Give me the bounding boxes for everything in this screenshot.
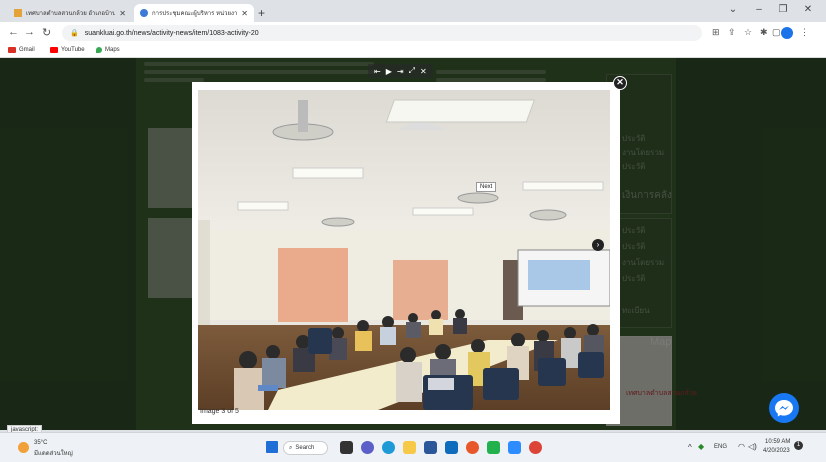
minimize-icon[interactable]: –	[748, 4, 770, 15]
tray-chevron-icon[interactable]: ^	[688, 443, 692, 452]
windows-start-icon[interactable]	[266, 441, 278, 453]
weather-temp[interactable]: 35°C	[34, 440, 47, 446]
weather-desc[interactable]: มีแดดส่วนใหญ่	[34, 448, 73, 458]
file-explorer-icon[interactable]	[403, 441, 416, 454]
bookmarks-bar: Gmail YouTube Maps	[0, 44, 826, 58]
back-icon[interactable]: ←	[8, 26, 19, 38]
messenger-chat-button[interactable]	[769, 393, 799, 423]
restore-icon[interactable]: ❐	[772, 4, 794, 15]
mail-icon[interactable]	[445, 441, 458, 454]
site-favicon	[14, 9, 22, 17]
gmail-icon	[8, 47, 16, 53]
tab-close-icon[interactable]: ✕	[241, 9, 248, 18]
bookmark-youtube[interactable]: YouTube	[50, 47, 85, 53]
store-icon[interactable]	[424, 441, 437, 454]
zoom-icon[interactable]	[508, 441, 521, 454]
bookmark-star-icon[interactable]: ☆	[744, 27, 752, 38]
bookmark-label: YouTube	[61, 47, 85, 53]
image-counter: Image 3 of 5	[200, 408, 239, 415]
volume-icon[interactable]: ◁)	[748, 442, 757, 451]
profile-avatar[interactable]	[781, 27, 793, 39]
reload-icon[interactable]: ↻	[42, 26, 51, 39]
tab-2-active[interactable]: การประชุมคณะผู้บริหาร หน่วยงานเทศบาล ✕	[134, 4, 254, 22]
lightbox-toolbar: ⇤ ▶ ⇥ ⤢ ✕	[368, 64, 433, 78]
messenger-icon	[775, 400, 793, 417]
clock-time[interactable]: 10:59 AM	[765, 439, 790, 445]
next-icon[interactable]: ⇥	[397, 67, 404, 76]
windows-taskbar: 35°C มีแดดส่วนใหญ่ ⌕ Search ^ ◆ ENG ◠ ◁)…	[0, 432, 826, 462]
share-icon[interactable]: ⇪	[728, 27, 736, 38]
chat-icon[interactable]	[361, 441, 374, 454]
url-text: suankluai.go.th/news/activity-news/item/…	[84, 29, 259, 37]
task-view-icon[interactable]	[340, 441, 353, 454]
bookmark-label: Maps	[105, 47, 120, 53]
site-favicon	[140, 9, 148, 17]
tray-language[interactable]: ENG	[714, 444, 727, 450]
wifi-icon[interactable]: ◠	[738, 442, 745, 451]
weather-icon[interactable]	[18, 442, 29, 453]
new-tab-button[interactable]: +	[258, 6, 265, 20]
tab-title: การประชุมคณะผู้บริหาร หน่วยงานเทศบาล	[152, 11, 238, 17]
tab-1[interactable]: เทศบาลตำบลสวนกล้วย อำเภอบ้านโป่ง ✕	[8, 4, 132, 22]
meeting-photo	[198, 90, 610, 410]
close-window-icon[interactable]: ✕	[797, 4, 819, 15]
bookmark-label: Gmail	[19, 47, 35, 53]
address-bar[interactable]: 🔒 suankluai.go.th/news/activity-news/ite…	[62, 25, 702, 41]
notification-icon[interactable]: 1	[794, 441, 803, 450]
browser-toolbar: ← → ↻ 🔒 suankluai.go.th/news/activity-ne…	[0, 22, 826, 44]
edge-icon[interactable]	[382, 441, 395, 454]
lightbox-close-button[interactable]: ✕	[613, 76, 627, 90]
next-arrow-icon[interactable]: ›	[592, 239, 604, 251]
next-tooltip: Next	[476, 182, 497, 192]
taskbar-search[interactable]: ⌕ Search	[283, 441, 328, 455]
extensions-icon[interactable]: ✱	[760, 27, 768, 38]
lightbox: Image 3 of 5	[192, 82, 620, 424]
menu-icon[interactable]: ⋮	[800, 27, 809, 38]
tab-title: เทศบาลตำบลสวนกล้วย อำเภอบ้านโป่ง	[26, 11, 116, 17]
tray-app-icon[interactable]: ◆	[698, 442, 704, 451]
line-icon[interactable]	[487, 441, 500, 454]
forward-icon[interactable]: →	[24, 26, 35, 38]
youtube-icon	[50, 47, 58, 53]
tab-strip: เทศบาลตำบลสวนกล้วย อำเภอบ้านโป่ง ✕ การปร…	[0, 0, 826, 22]
firefox-icon[interactable]	[466, 441, 479, 454]
clock-date[interactable]: 4/20/2023	[763, 448, 790, 454]
translate-icon[interactable]: ⊞	[712, 27, 720, 38]
meeting-room-illustration	[198, 90, 610, 410]
tab-close-icon[interactable]: ✕	[119, 9, 126, 18]
close-icon[interactable]: ✕	[420, 67, 427, 76]
maps-icon	[96, 47, 102, 53]
search-icon: ⌕	[289, 444, 293, 451]
bookmark-gmail[interactable]: Gmail	[8, 47, 35, 53]
lock-icon: 🔒	[70, 30, 79, 37]
sidepanel-icon[interactable]: ▢	[772, 27, 781, 38]
fullscreen-icon[interactable]: ⤢	[409, 66, 415, 76]
play-icon[interactable]: ▶	[386, 67, 392, 76]
prev-icon[interactable]: ⇤	[374, 67, 381, 76]
chrome-icon[interactable]	[529, 441, 542, 454]
bookmark-maps[interactable]: Maps	[96, 47, 120, 53]
search-label: Search	[295, 445, 315, 451]
tab-search-icon[interactable]: ⌄	[722, 4, 744, 15]
